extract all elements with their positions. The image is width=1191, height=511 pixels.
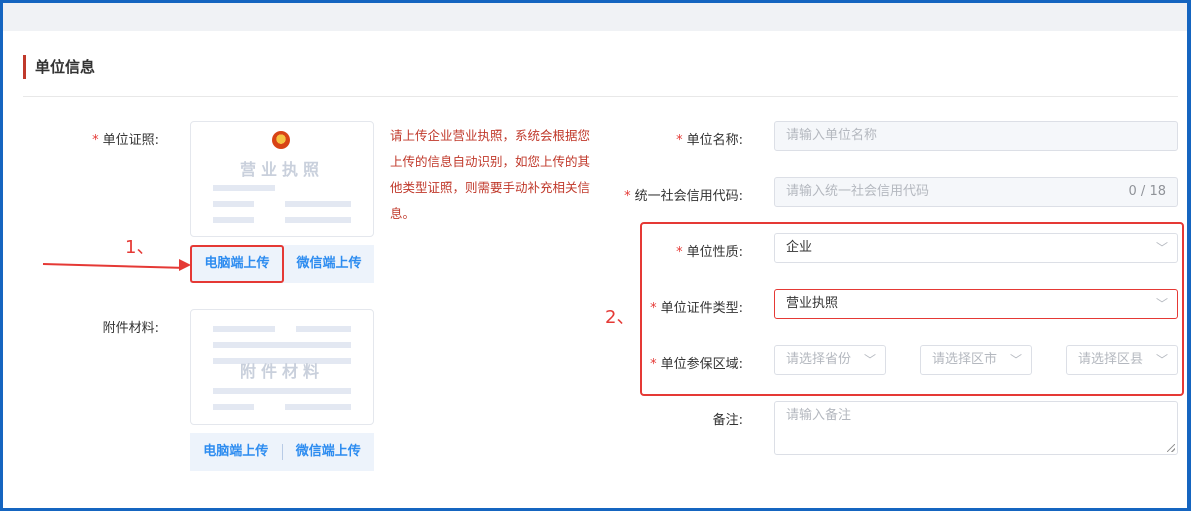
license-upload-box[interactable]: 营业执照 bbox=[190, 121, 374, 237]
cert-type-label-text: 单位证件类型: bbox=[660, 301, 743, 316]
annotation-arrow-head-icon bbox=[179, 259, 191, 271]
attach-placeholder-text: 附件材料 bbox=[239, 362, 324, 381]
name-placeholder: 请输入单位名称 bbox=[786, 128, 878, 143]
license-hint: 请上传企业营业执照，系统会根据您上传的信息自动识别，如您上传的其他类型证照，则需… bbox=[390, 128, 591, 221]
cert-type-value: 营业执照 bbox=[786, 296, 839, 311]
page-frame: 单位信息 * 单位证照: 营业执照 电脑端上传 微信端上传 请上传企业营业执照，系… bbox=[3, 3, 1187, 508]
credit-code-input[interactable]: 请输入统一社会信用代码 0 / 18 bbox=[774, 177, 1178, 207]
region-label: * 单位参保区域: bbox=[593, 353, 743, 372]
section-title: 单位信息 bbox=[23, 55, 95, 79]
nature-label: * 单位性质: bbox=[593, 241, 743, 260]
province-placeholder: 请选择省份 bbox=[786, 352, 852, 367]
attach-upload-bar: 电脑端上传 微信端上传 bbox=[190, 433, 374, 471]
required-mark: * bbox=[676, 133, 683, 148]
nature-select[interactable]: 企业 ﹀ bbox=[774, 233, 1178, 263]
name-label: * 单位名称: bbox=[593, 129, 743, 148]
attach-label: 附件材料: bbox=[102, 321, 159, 336]
required-mark: * bbox=[650, 301, 657, 316]
chevron-down-icon: ﹀ bbox=[863, 353, 876, 367]
remark-placeholder: 请输入备注 bbox=[786, 408, 852, 423]
chevron-down-icon: ﹀ bbox=[1155, 297, 1168, 311]
license-label-text: 单位证照: bbox=[102, 133, 159, 148]
remark-label: 备注: bbox=[712, 413, 743, 428]
license-label: * 单位证照: bbox=[63, 129, 159, 148]
cert-type-select[interactable]: 营业执照 ﹀ bbox=[774, 289, 1178, 319]
nature-value: 企业 bbox=[786, 240, 813, 255]
name-label-text: 单位名称: bbox=[686, 133, 743, 148]
chevron-down-icon: ﹀ bbox=[1009, 353, 1022, 367]
region-label-text: 单位参保区域: bbox=[660, 357, 743, 372]
credit-label-text: 统一社会信用代码: bbox=[634, 189, 743, 204]
nature-label-text: 单位性质: bbox=[686, 245, 743, 260]
chevron-down-icon: ﹀ bbox=[1155, 353, 1168, 367]
credit-placeholder: 请输入统一社会信用代码 bbox=[786, 184, 930, 199]
city-placeholder: 请选择区市 bbox=[932, 352, 998, 367]
license-upload-bar: 电脑端上传 微信端上传 bbox=[190, 245, 374, 283]
license-placeholder-text: 营业执照 bbox=[239, 160, 324, 179]
name-input[interactable]: 请输入单位名称 bbox=[774, 121, 1178, 151]
attach-upload-box[interactable]: 附件材料 bbox=[190, 309, 374, 425]
required-mark: * bbox=[676, 245, 683, 260]
attach-pc-upload-button[interactable]: 电脑端上传 bbox=[190, 433, 282, 471]
county-select[interactable]: 请选择区县 ﹀ bbox=[1066, 345, 1178, 375]
remark-textarea[interactable]: 请输入备注 bbox=[774, 401, 1178, 455]
annotation-one: 1、 bbox=[125, 237, 155, 258]
national-emblem-icon bbox=[272, 131, 290, 149]
credit-char-count: 0 / 18 bbox=[1128, 184, 1166, 199]
annotation-two: 2、 bbox=[605, 307, 635, 328]
required-mark: * bbox=[624, 189, 631, 204]
province-select[interactable]: 请选择省份 ﹀ bbox=[774, 345, 886, 375]
required-mark: * bbox=[92, 133, 99, 148]
top-band bbox=[3, 3, 1187, 31]
required-mark: * bbox=[650, 357, 657, 372]
license-pc-upload-button[interactable]: 电脑端上传 bbox=[190, 245, 284, 283]
license-placeholder-lines bbox=[213, 185, 351, 233]
city-select[interactable]: 请选择区市 ﹀ bbox=[920, 345, 1032, 375]
license-wechat-upload-button[interactable]: 微信端上传 bbox=[284, 245, 374, 283]
chevron-down-icon: ﹀ bbox=[1155, 241, 1168, 255]
attach-wechat-upload-button[interactable]: 微信端上传 bbox=[283, 433, 375, 471]
resize-handle-icon[interactable] bbox=[1167, 444, 1175, 452]
credit-label: * 统一社会信用代码: bbox=[593, 185, 743, 204]
county-placeholder: 请选择区县 bbox=[1078, 352, 1144, 367]
section-divider bbox=[23, 96, 1178, 97]
